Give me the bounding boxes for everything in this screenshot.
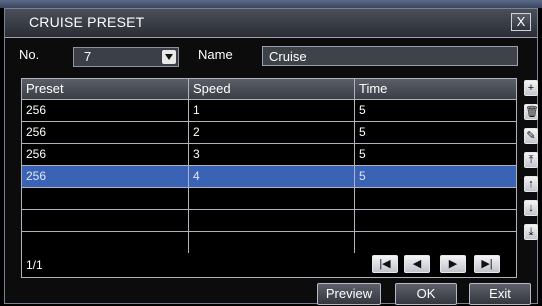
first-page-icon: |◀ [379,258,391,270]
move-bottom-icon: ⤓ [528,226,534,238]
delete-button[interactable]: 🗑 [524,104,539,120]
table-row[interactable]: 256 2 5 [22,122,516,144]
no-select[interactable]: 7 [73,47,179,67]
last-page-icon: ▶| [481,258,493,270]
cell-preset [22,188,188,209]
cell-preset: 256 [26,147,47,161]
preset-table: Preset Speed Time 256 1 5 256 2 5 256 3 … [21,78,517,278]
arrow-up-icon: ↑ [528,178,534,190]
next-page-button[interactable]: ▶ [440,255,466,273]
first-page-button[interactable]: |◀ [372,255,398,273]
table-header: Preset Speed Time [22,79,516,100]
dialog-title: CRUISE PRESET [29,14,145,30]
close-button[interactable]: X [511,13,531,31]
ok-button[interactable]: OK [395,283,457,305]
column-header-speed: Speed [188,79,354,99]
cell-speed: 2 [188,122,354,143]
cell-speed [188,210,354,231]
exit-button[interactable]: Exit [469,283,531,305]
name-input[interactable] [262,46,518,66]
cell-speed: 4 [188,166,354,187]
cell-preset: 256 [26,125,47,139]
cell-time [354,210,516,231]
cell-preset: 256 [26,103,47,117]
parent-window-strip [0,0,542,8]
pencil-icon: ✎ [526,130,536,142]
prev-page-button[interactable]: ◀ [404,255,430,273]
no-label: No. [19,47,40,62]
preview-button[interactable]: Preview [317,283,381,305]
name-label: Name [198,47,233,62]
cell-time: 5 [354,144,516,165]
add-button[interactable]: + [524,80,538,96]
move-up-button[interactable]: ↑ [524,176,538,192]
move-top-icon: ⤒ [528,154,534,166]
no-select-value: 7 [84,49,92,64]
cell-speed: 1 [188,100,354,121]
plus-icon: + [527,82,535,94]
move-down-button[interactable]: ↓ [524,200,538,216]
page-indicator: 1/1 [26,258,43,272]
cell-time: 5 [354,122,516,143]
trash-icon: 🗑 [525,106,539,118]
cell-time: 5 [354,100,516,121]
cell-speed [188,188,354,209]
cell-time [354,188,516,209]
table-row[interactable] [22,188,516,210]
last-page-button[interactable]: ▶| [474,255,500,273]
column-divider [188,232,189,253]
chevron-down-icon[interactable] [162,50,176,64]
column-header-time: Time [354,79,516,99]
table-row-selected[interactable]: 256 4 5 [22,166,516,188]
close-icon: X [516,14,526,29]
table-row[interactable]: 256 3 5 [22,144,516,166]
cruise-preset-dialog: CRUISE PRESET X No. 7 Name Preset Speed … [4,8,539,305]
arrow-down-icon: ↓ [528,202,534,214]
table-row[interactable] [22,210,516,232]
edit-button[interactable]: ✎ [524,128,538,144]
cell-preset: 256 [26,169,47,183]
move-top-button[interactable]: ⤒ [524,152,538,168]
move-bottom-button[interactable]: ⤓ [524,224,538,240]
table-row[interactable]: 256 1 5 [22,100,516,122]
next-page-icon: ▶ [448,258,458,270]
cell-speed: 3 [188,144,354,165]
column-header-preset: Preset [26,81,64,96]
column-divider [354,232,355,253]
cell-time: 5 [354,166,516,187]
prev-page-icon: ◀ [412,258,422,270]
cell-preset [22,210,188,231]
title-bar: CRUISE PRESET X [5,9,537,38]
